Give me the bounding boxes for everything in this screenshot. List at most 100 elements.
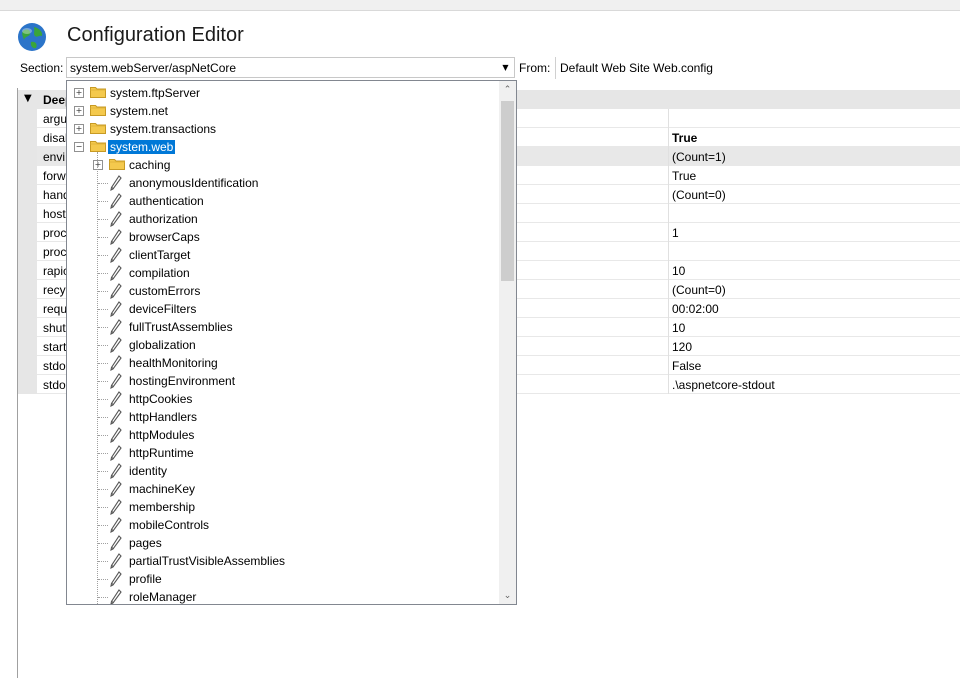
tree-leaf-item[interactable]: compilation: [67, 264, 497, 282]
property-value[interactable]: 1: [672, 226, 679, 240]
tree-leaf-item[interactable]: anonymousIdentification: [67, 174, 497, 192]
property-value[interactable]: 10: [672, 264, 685, 278]
tree-leaf-item[interactable]: partialTrustVisibleAssemblies: [67, 552, 497, 570]
row-gutter: [18, 337, 37, 356]
tree-item-label: deviceFilters: [129, 302, 197, 316]
tree-guide-line: [98, 543, 108, 544]
tree-folder-item[interactable]: + system.net: [67, 102, 497, 120]
property-value[interactable]: True: [672, 131, 697, 145]
column-divider: [668, 280, 669, 299]
collapse-icon[interactable]: ▼: [24, 93, 32, 104]
tree-guide-line: [98, 309, 108, 310]
row-gutter: [18, 109, 37, 128]
property-value[interactable]: 10: [672, 321, 685, 335]
property-value[interactable]: .\aspnetcore-stdout: [672, 378, 775, 392]
row-gutter: [18, 223, 37, 242]
tree-leaf-item[interactable]: httpCookies: [67, 390, 497, 408]
tree-item-label: authentication: [129, 194, 204, 208]
property-value[interactable]: (Count=1): [672, 150, 726, 164]
tree-item-label: healthMonitoring: [129, 356, 218, 370]
property-value[interactable]: True: [672, 169, 696, 183]
expand-node-icon[interactable]: +: [74, 106, 84, 116]
row-gutter: [18, 318, 37, 337]
tree-item-label: system.transactions: [110, 122, 217, 136]
tree-item-label: partialTrustVisibleAssemblies: [129, 554, 286, 568]
tree-guide-line: [98, 219, 108, 220]
dropdown-arrow-icon[interactable]: ▼: [497, 58, 514, 77]
pencil-icon: [109, 391, 123, 407]
pencil-icon: [109, 571, 123, 587]
tree-leaf-item[interactable]: browserCaps: [67, 228, 497, 246]
tree-leaf-item[interactable]: machineKey: [67, 480, 497, 498]
tree-item-label: browserCaps: [129, 230, 200, 244]
property-value[interactable]: (Count=0): [672, 283, 726, 297]
scroll-down-icon[interactable]: ⌄: [499, 587, 516, 604]
expand-node-icon[interactable]: +: [93, 160, 103, 170]
tree-leaf-item[interactable]: httpModules: [67, 426, 497, 444]
tree-leaf-item[interactable]: clientTarget: [67, 246, 497, 264]
property-name: argu: [43, 112, 68, 126]
tree-item-label: authorization: [129, 212, 198, 226]
tree-leaf-item[interactable]: profile: [67, 570, 497, 588]
tree-leaf-item[interactable]: httpRuntime: [67, 444, 497, 462]
property-name: stdo: [43, 378, 66, 392]
from-label: From:: [519, 61, 551, 75]
tree-item-label: machineKey: [129, 482, 196, 496]
collapse-node-icon[interactable]: −: [74, 142, 84, 152]
tree-leaf-item[interactable]: deviceFilters: [67, 300, 497, 318]
property-value[interactable]: 00:02:00: [672, 302, 719, 316]
vertical-scrollbar[interactable]: ⌃ ⌄: [499, 81, 516, 604]
tree-folder-item[interactable]: + system.ftpServer: [67, 84, 497, 102]
tree-leaf-item[interactable]: mobileControls: [67, 516, 497, 534]
from-combo[interactable]: Default Web Site Web.config: [555, 57, 960, 79]
tree-item-label: httpCookies: [129, 392, 193, 406]
folder-icon: [90, 140, 106, 152]
tree-leaf-item[interactable]: pages: [67, 534, 497, 552]
tree-guide-line: [98, 291, 108, 292]
column-divider: [668, 128, 669, 147]
scroll-thumb[interactable]: [501, 101, 514, 281]
tree-leaf-item[interactable]: fullTrustAssemblies: [67, 318, 497, 336]
property-value[interactable]: False: [672, 359, 701, 373]
section-value: system.webServer/aspNetCore: [70, 61, 237, 75]
tree-leaf-item[interactable]: authorization: [67, 210, 497, 228]
globe-icon: [18, 23, 46, 51]
tree-leaf-item[interactable]: identity: [67, 462, 497, 480]
column-divider: [668, 375, 669, 394]
tree-folder-item[interactable]: + system.transactions: [67, 120, 497, 138]
scroll-up-icon[interactable]: ⌃: [499, 81, 516, 98]
section-dropdown-tree[interactable]: + system.ftpServer + system.net + system.tran…: [66, 80, 517, 605]
tree-guide-line: [98, 597, 108, 598]
property-value[interactable]: 120: [672, 340, 692, 354]
tree-folder-item[interactable]: − system.web: [67, 138, 497, 156]
tree-leaf-item[interactable]: hostingEnvironment: [67, 372, 497, 390]
property-value[interactable]: (Count=0): [672, 188, 726, 202]
property-name: shut: [43, 321, 66, 335]
pencil-icon: [109, 211, 123, 227]
tree-leaf-item[interactable]: httpHandlers: [67, 408, 497, 426]
column-divider: [668, 109, 669, 128]
pencil-icon: [109, 193, 123, 209]
top-band: [0, 0, 960, 11]
section-combo[interactable]: system.webServer/aspNetCore ▼: [66, 57, 515, 78]
column-divider: [668, 204, 669, 223]
tree-folder-item[interactable]: + caching: [67, 156, 497, 174]
tree-leaf-item[interactable]: membership: [67, 498, 497, 516]
column-divider: [668, 242, 669, 261]
tree-guide-line: [98, 273, 108, 274]
tree-leaf-item[interactable]: customErrors: [67, 282, 497, 300]
property-name: start: [43, 340, 67, 354]
pencil-icon: [109, 481, 123, 497]
tree-leaf-item[interactable]: roleManager: [67, 588, 497, 604]
expand-node-icon[interactable]: +: [74, 124, 84, 134]
row-gutter: [18, 147, 37, 166]
column-divider: [668, 166, 669, 185]
row-gutter: [18, 166, 37, 185]
tree-item-label: httpRuntime: [129, 446, 194, 460]
tree-leaf-item[interactable]: globalization: [67, 336, 497, 354]
tree-item-label: membership: [129, 500, 196, 514]
expand-node-icon[interactable]: +: [74, 88, 84, 98]
property-name: recy: [43, 283, 66, 297]
tree-leaf-item[interactable]: healthMonitoring: [67, 354, 497, 372]
tree-leaf-item[interactable]: authentication: [67, 192, 497, 210]
